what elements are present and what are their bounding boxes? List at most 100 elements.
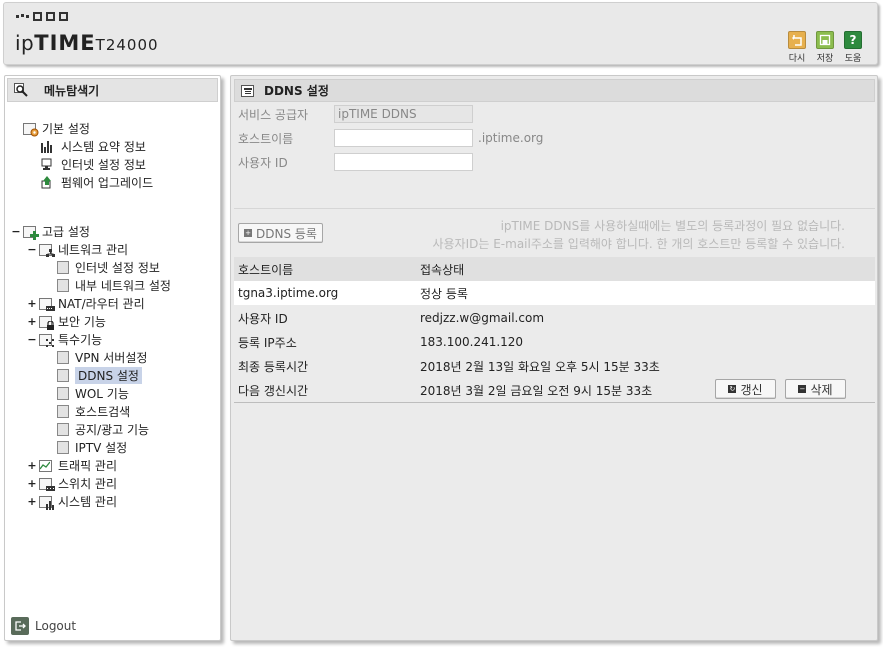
refresh-button[interactable]: ↻ 갱신 (715, 379, 776, 399)
undo-button[interactable]: 다시 (787, 31, 807, 64)
tree-security[interactable]: + 보안 기능 (27, 313, 106, 330)
brand-name: ipTIME (15, 31, 96, 55)
brand-logo: ipTIMET24000 (15, 31, 159, 55)
magnifier-icon (14, 83, 28, 97)
save-button[interactable]: 저장 (815, 31, 835, 64)
host-value: tgna3.iptime.org (238, 286, 339, 300)
monitor-icon (41, 158, 53, 171)
minus-icon: − (798, 385, 807, 393)
tree-system-summary[interactable]: 시스템 요약 정보 (41, 138, 146, 155)
ddns-panel-header: DDNS 설정 (234, 79, 875, 102)
tree-ddns-settings[interactable]: DDNS 설정 (57, 367, 142, 384)
tree-iptv[interactable]: IPTV 설정 (57, 439, 127, 456)
collapse-toggle[interactable]: − (11, 225, 21, 238)
menu-explorer-title: 메뉴탐색기 (44, 83, 100, 98)
menu-explorer-panel: 메뉴탐색기 기본 설정 시스템 요약 정보 인터넷 설정 정보 펌웨어 업그레이… (4, 75, 221, 641)
tree-internet-info[interactable]: 인터넷 설정 정보 (41, 156, 146, 173)
tree-special-features[interactable]: − 특수기능 (27, 331, 102, 348)
detail-last-registered-row: 최종 등록시간 2018년 2월 13일 화요일 오후 5시 15분 33초 (238, 359, 660, 374)
tree-vpn-server[interactable]: VPN 서버설정 (57, 349, 147, 366)
logout-button[interactable]: Logout (11, 617, 76, 635)
upgrade-icon (41, 176, 53, 189)
expand-toggle[interactable]: + (27, 459, 37, 472)
divider (234, 402, 875, 403)
folder-icon (23, 122, 39, 136)
hostname-row: 호스트이름 .iptime.org (238, 129, 544, 147)
folder-icon (23, 225, 39, 240)
collapse-toggle[interactable]: − (27, 333, 37, 346)
system-chart-icon (39, 495, 54, 510)
collapse-toggle[interactable]: − (27, 243, 37, 256)
logout-icon (11, 617, 29, 635)
switch-icon (39, 477, 55, 491)
delete-button[interactable]: − 삭제 (785, 379, 846, 399)
page-icon (57, 441, 69, 454)
tree-traffic[interactable]: + 트래픽 관리 (27, 457, 117, 474)
tree-basic-settings[interactable]: 기본 설정 (23, 120, 90, 137)
col-hostname: 호스트이름 (238, 262, 294, 277)
tree-system[interactable]: + 시스템 관리 (27, 493, 117, 510)
menu-explorer-header: 메뉴탐색기 (7, 78, 218, 102)
page-title: DDNS 설정 (264, 84, 329, 98)
tree-network-management[interactable]: − 네트워크 관리 (27, 241, 128, 258)
page-icon (57, 405, 69, 418)
expand-toggle[interactable]: + (27, 495, 37, 508)
hostname-input[interactable] (334, 129, 473, 147)
page-icon (57, 387, 69, 400)
hostname-suffix: .iptime.org (478, 131, 544, 145)
tree-wol[interactable]: WOL 기능 (57, 385, 129, 402)
tree-notice-ad[interactable]: 공지/광고 기능 (57, 421, 149, 438)
folder-icon (39, 297, 55, 311)
ddns-register-button[interactable]: + DDNS 등록 (238, 223, 323, 243)
help-icon: ? (844, 31, 862, 49)
bar-chart-icon (41, 140, 53, 153)
folder-icon (39, 315, 54, 330)
userid-row: 사용자 ID (238, 153, 473, 171)
table-header: 호스트이름 접속상태 (234, 257, 875, 281)
window-icon (241, 84, 254, 97)
page-icon (57, 279, 69, 292)
notice-line-1: ipTIME DDNS를 사용하실때에는 별도의 등록과정이 필요 없습니다. (500, 219, 845, 233)
undo-label: 다시 (788, 54, 806, 64)
undo-icon (788, 31, 806, 49)
plus-icon: + (244, 229, 252, 237)
tree-lan-setup[interactable]: 내부 네트워크 설정 (57, 277, 171, 294)
detail-next-refresh-row: 다음 갱신시간 2018년 3월 2일 금요일 오전 9시 15분 33초 (238, 383, 653, 398)
col-status: 접속상태 (420, 262, 465, 277)
expand-toggle[interactable]: + (27, 315, 37, 328)
expand-toggle[interactable]: + (27, 477, 37, 490)
header-bar: ipTIMET24000 다시 저장 ? 도움 (3, 2, 878, 65)
folder-icon (39, 243, 55, 257)
tree-host-scan[interactable]: 호스트검색 (57, 403, 130, 420)
tree-firmware-upgrade[interactable]: 펌웨어 업그레이드 (41, 174, 153, 191)
model-name: T24000 (95, 36, 159, 54)
help-label: 도움 (844, 54, 862, 64)
tree-internet-setup[interactable]: 인터넷 설정 정보 (57, 259, 160, 276)
expand-toggle[interactable]: + (27, 297, 37, 310)
page-icon (57, 351, 69, 364)
tree-nat-router[interactable]: + NAT/라우터 관리 (27, 295, 144, 312)
provider-row: 서비스 공급자 (238, 105, 473, 123)
help-button[interactable]: ? 도움 (843, 31, 863, 64)
detail-userid-row: 사용자 ID redjzz.w@gmail.com (238, 311, 545, 326)
tree-switch[interactable]: + 스위치 관리 (27, 475, 117, 492)
userid-input[interactable] (334, 153, 473, 171)
ddns-panel: DDNS 설정 서비스 공급자 호스트이름 .iptime.org 사용자 ID… (230, 75, 878, 641)
folder-icon (39, 333, 54, 347)
page-icon (57, 423, 69, 436)
ddns-notice: ipTIME DDNS를 사용하실때에는 별도의 등록과정이 필요 없습니다. … (432, 217, 845, 253)
provider-select[interactable] (334, 105, 473, 123)
refresh-icon: ↻ (728, 385, 737, 393)
brand-logo-icon (16, 12, 68, 21)
save-label: 저장 (816, 54, 834, 64)
page-icon (57, 261, 69, 274)
page-icon (57, 369, 69, 382)
logout-label: Logout (35, 619, 77, 633)
table-row: tgna3.iptime.org 정상 등록 (234, 281, 875, 305)
tree-advanced-settings[interactable]: − 고급 설정 (11, 223, 90, 240)
traffic-chart-icon (39, 459, 52, 472)
status-value: 정상 등록 (420, 286, 468, 301)
notice-line-2: 사용자ID는 E-mail주소를 입력해야 합니다. 한 개의 호스트만 등록할… (432, 237, 845, 251)
detail-ip-row: 등록 IP주소 183.100.241.120 (238, 335, 524, 350)
divider (234, 208, 875, 209)
